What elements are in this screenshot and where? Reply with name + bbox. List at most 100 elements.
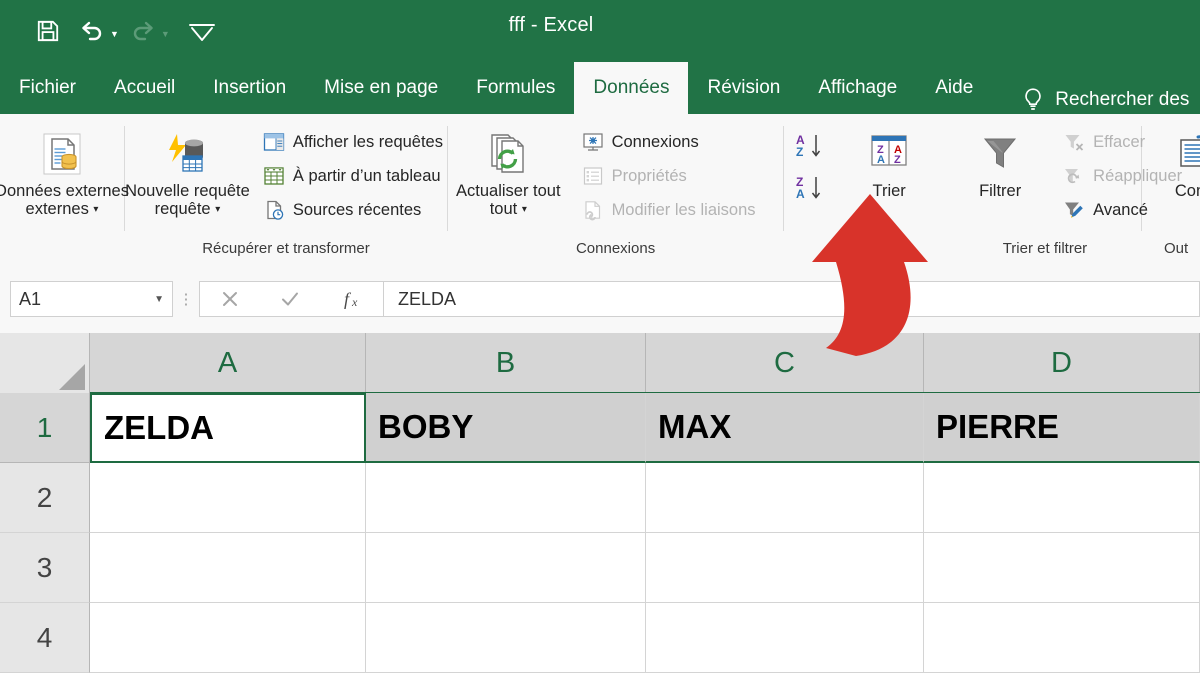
sort-az-button[interactable]: A Z (792, 129, 830, 163)
insert-function-icon[interactable]: f x (340, 287, 364, 311)
recent-sources-icon (262, 198, 286, 222)
from-table-label: À partir d’un tableau (292, 166, 441, 185)
external-data-icon (38, 129, 86, 179)
tab-donnees[interactable]: Données (574, 62, 689, 114)
table-row: 3 (0, 533, 1200, 603)
new-query-button[interactable]: Nouvelle requête requête ▾ (125, 125, 250, 223)
clear-filter-label: Effacer (1093, 132, 1146, 151)
column-header-c[interactable]: C (646, 333, 924, 393)
lightbulb-icon (1022, 86, 1044, 114)
svg-text:Z: Z (796, 145, 803, 159)
advanced-filter-label: Avancé (1093, 200, 1148, 219)
svg-text:A: A (796, 187, 805, 201)
external-data-button[interactable]: Données externes externes ▾ (0, 125, 129, 223)
clear-filter-icon (1062, 130, 1086, 154)
column-header-a[interactable]: A (90, 333, 366, 393)
name-box-dropdown-icon[interactable]: ▼ (154, 294, 164, 305)
convert-label: Conv (1174, 182, 1200, 200)
sort-dialog-button[interactable]: Z A A Z Trier (840, 125, 938, 204)
tab-accueil[interactable]: Accueil (95, 62, 194, 114)
cell-d1[interactable]: PIERRE (924, 393, 1200, 463)
cancel-icon[interactable] (219, 288, 241, 310)
ribbon-group-label-0 (0, 237, 124, 265)
convert-button[interactable]: Conv (1142, 125, 1200, 204)
ribbon-group-label-1: Récupérer et transformer (202, 240, 370, 257)
new-query-icon (162, 129, 212, 179)
row-header-4[interactable]: 4 (0, 603, 90, 673)
cell-a3[interactable] (90, 533, 366, 603)
cell-a1[interactable]: ZELDA (90, 393, 366, 463)
table-row: 1 ZELDA BOBY MAX PIERRE (0, 393, 1200, 463)
ribbon-group-label-2: Connexions (575, 240, 656, 257)
tab-aide[interactable]: Aide (916, 62, 992, 114)
connections-label: Connexions (611, 132, 699, 151)
formula-bar-grip[interactable]: ⋮ (173, 290, 199, 308)
excel-window: ▼ ▼ fff - Excel Fichier Accueil Insertio… (0, 0, 1200, 675)
formula-input[interactable]: ZELDA (384, 281, 1200, 317)
show-queries-label: Afficher les requêtes (292, 132, 443, 151)
cell-b4[interactable] (366, 603, 646, 673)
column-header-b[interactable]: B (366, 333, 646, 393)
show-queries-button[interactable]: Afficher les requêtes (258, 127, 447, 157)
svg-text:x: x (351, 295, 358, 309)
external-data-label: Données externes externes ▾ (0, 182, 129, 219)
window-title: fff - Excel (508, 14, 594, 36)
cell-a4[interactable] (90, 603, 366, 673)
ribbon-group-donnees-externes: Données externes externes ▾ (0, 114, 129, 265)
svg-text:A: A (877, 154, 885, 166)
row-header-3[interactable]: 3 (0, 533, 90, 603)
advanced-filter-icon (1062, 198, 1086, 222)
edit-links-icon (581, 198, 605, 222)
tab-formules[interactable]: Formules (457, 62, 574, 114)
row-header-2[interactable]: 2 (0, 463, 90, 533)
sort-za-button[interactable]: Z A (792, 171, 830, 205)
cell-b3[interactable] (366, 533, 646, 603)
recent-sources-button[interactable]: Sources récentes (258, 195, 447, 225)
convert-icon (1171, 129, 1200, 179)
properties-icon (581, 164, 605, 188)
edit-links-label: Modifier les liaisons (611, 200, 756, 219)
cell-d2[interactable] (924, 463, 1200, 533)
cell-c3[interactable] (646, 533, 924, 603)
edit-links-button: Modifier les liaisons (577, 195, 760, 225)
filter-button[interactable]: Filtrer (946, 125, 1054, 204)
row-header-1[interactable]: 1 (0, 393, 90, 463)
refresh-all-button[interactable]: Actualiser tout tout ▾ (448, 125, 569, 223)
confirm-icon[interactable] (279, 288, 301, 310)
tab-insertion[interactable]: Insertion (194, 62, 305, 114)
cell-b2[interactable] (366, 463, 646, 533)
sort-dialog-icon: Z A A Z (864, 129, 914, 179)
recuperer-small-commands: Afficher les requêtes À partir d’un tabl… (258, 125, 447, 225)
column-header-d[interactable]: D (924, 333, 1200, 393)
select-all-corner[interactable] (0, 333, 90, 393)
cell-c1[interactable]: MAX (646, 393, 924, 463)
svg-text:f: f (344, 289, 352, 309)
tab-affichage[interactable]: Affichage (799, 62, 916, 114)
title-bar: ▼ ▼ fff - Excel (0, 0, 1200, 62)
formula-bar: A1 ▼ ⋮ f x ZELDA (0, 265, 1200, 334)
connections-icon (581, 130, 605, 154)
ribbon-group-label-3: Trier et filtrer (1002, 240, 1088, 257)
tell-me-search[interactable]: Rechercher des (1022, 86, 1189, 114)
properties-label: Propriétés (611, 166, 687, 185)
svg-text:Z: Z (894, 154, 901, 166)
connexions-small-commands: Connexions Propriétés Modifier les liais… (577, 125, 760, 225)
reapply-filter-icon (1062, 164, 1086, 188)
cell-b1[interactable]: BOBY (366, 393, 646, 463)
recent-sources-label: Sources récentes (292, 200, 422, 219)
cell-c4[interactable] (646, 603, 924, 673)
sort-dialog-label: Trier (872, 182, 906, 200)
tab-fichier[interactable]: Fichier (0, 62, 95, 114)
name-box[interactable]: A1 ▼ (10, 281, 173, 317)
show-queries-icon (262, 130, 286, 154)
cell-d3[interactable] (924, 533, 1200, 603)
connections-button[interactable]: Connexions (577, 127, 760, 157)
refresh-all-icon (483, 129, 533, 179)
tab-mise-en-page[interactable]: Mise en page (305, 62, 457, 114)
cell-a2[interactable] (90, 463, 366, 533)
from-table-button[interactable]: À partir d’un tableau (258, 161, 447, 191)
filter-icon (977, 129, 1023, 179)
cell-c2[interactable] (646, 463, 924, 533)
tab-revision[interactable]: Révision (688, 62, 799, 114)
cell-d4[interactable] (924, 603, 1200, 673)
